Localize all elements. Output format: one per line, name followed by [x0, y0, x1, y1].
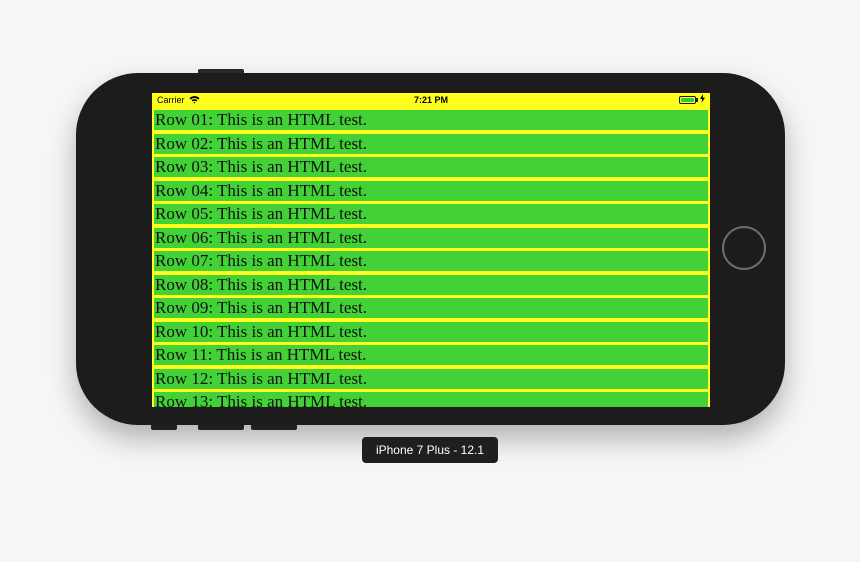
html-table: Row 01: This is an HTML test. Row 02: Th… — [154, 110, 708, 407]
table-row[interactable]: Row 09: This is an HTML test. — [154, 298, 708, 318]
table-row[interactable]: Row 01: This is an HTML test. — [154, 110, 708, 130]
table-row[interactable]: Row 12: This is an HTML test. — [154, 368, 708, 389]
status-bar: Carrier 7:21 PM — [152, 93, 710, 109]
table-row[interactable]: Row 13: This is an HTML test. — [154, 392, 708, 407]
home-button[interactable] — [722, 226, 766, 270]
table-row[interactable]: Row 08: This is an HTML test. — [154, 274, 708, 295]
battery-cap — [696, 98, 698, 102]
lightning-bolt-icon — [700, 94, 705, 105]
table-row[interactable]: Row 03: This is an HTML test. — [154, 157, 708, 177]
device-screen: Carrier 7:21 PM Row 01: This is an HTML … — [152, 93, 710, 407]
table-row[interactable]: Row 07: This is an HTML test. — [154, 251, 708, 271]
simulator-device-label: iPhone 7 Plus - 12.1 — [362, 437, 498, 463]
table-row[interactable]: Row 05: This is an HTML test. — [154, 204, 708, 224]
battery-icon — [679, 96, 696, 104]
table-row[interactable]: Row 04: This is an HTML test. — [154, 180, 708, 201]
table-row[interactable]: Row 11: This is an HTML test. — [154, 345, 708, 365]
status-time: 7:21 PM — [413, 95, 448, 105]
table-row[interactable]: Row 10: This is an HTML test. — [154, 321, 708, 342]
table-row[interactable]: Row 06: This is an HTML test. — [154, 227, 708, 248]
battery-level — [681, 98, 694, 102]
table-row[interactable]: Row 02: This is an HTML test. — [154, 133, 708, 154]
